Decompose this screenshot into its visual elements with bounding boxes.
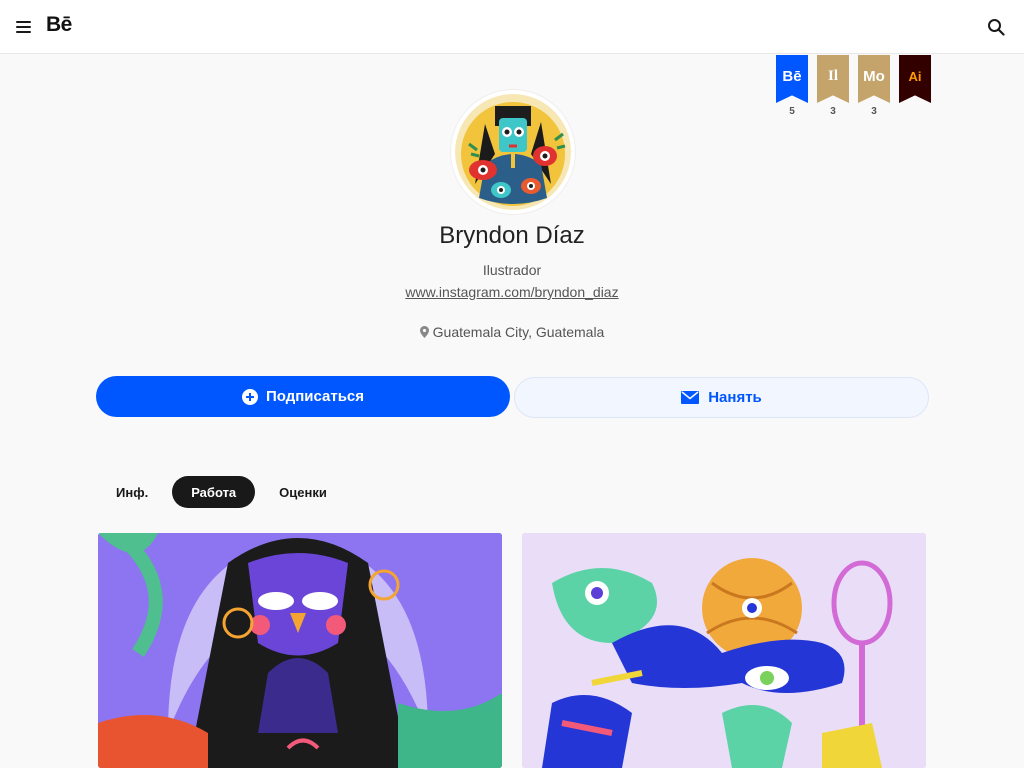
badge-ribbon: Mo (858, 55, 890, 103)
badge-ribbon: Bē (776, 55, 808, 103)
avatar[interactable] (451, 90, 575, 214)
tab-work[interactable]: Работа (172, 476, 256, 508)
top-navigation-bar: Bē (0, 0, 1024, 54)
tab-info[interactable]: Инф. (100, 476, 164, 508)
profile-occupation: Ilustrador (482, 262, 542, 278)
badge-count: 3 (830, 106, 836, 117)
badge-behance[interactable]: Bē 5 (776, 55, 808, 117)
location-pin-icon (419, 326, 429, 338)
badge-count: 5 (789, 106, 795, 117)
badge-ribbon: Ai (899, 55, 931, 103)
profile-location: Guatemala City, Guatemala (0, 324, 1024, 340)
avatar-illustration (455, 94, 571, 210)
plus-circle-icon (241, 388, 258, 405)
badge-illustrator[interactable]: Il 3 (817, 55, 849, 117)
profile-website: www.instagram.com/bryndon_diaz (0, 284, 1024, 300)
profile-name: Bryndon Díaz (439, 222, 585, 249)
badge-count: 3 (871, 106, 877, 117)
hire-button[interactable]: Нанять (514, 377, 929, 418)
hamburger-menu-icon[interactable] (14, 17, 34, 37)
badge-ribbon: Il (817, 55, 849, 103)
profile-tabs: Инф. Работа Оценки (100, 476, 343, 508)
follow-button-label: Подписаться (265, 388, 365, 405)
project-card[interactable] (98, 533, 502, 768)
badge-motion[interactable]: Mo 3 (858, 55, 890, 117)
project-thumbnail (98, 533, 502, 768)
search-icon[interactable] (987, 18, 1005, 36)
hire-button-label: Нанять (708, 389, 762, 406)
location-text: Guatemala City, Guatemala (432, 324, 605, 340)
website-link[interactable]: www.instagram.com/bryndon_diaz (405, 284, 618, 300)
project-thumbnail (522, 533, 926, 768)
behance-logo[interactable]: Bē (46, 13, 72, 37)
badge-adobe-illustrator[interactable]: Ai (899, 55, 931, 106)
tab-appreciations[interactable]: Оценки (263, 476, 343, 508)
project-card[interactable] (522, 533, 926, 768)
follow-button[interactable]: Подписаться (96, 376, 510, 417)
envelope-icon (681, 391, 700, 404)
